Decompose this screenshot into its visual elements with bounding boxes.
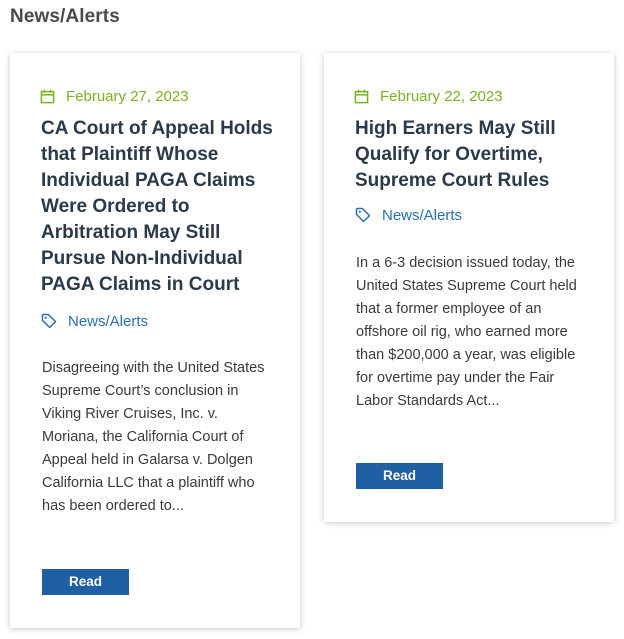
news-card: February 22, 2023 High Earners May Still… <box>324 53 614 522</box>
article-title[interactable]: High Earners May Still Qualify for Overt… <box>355 116 590 194</box>
calendar-icon <box>40 89 55 103</box>
section-title: News/Alerts <box>10 6 120 27</box>
news-card: February 27, 2023 CA Court of Appeal Hol… <box>10 53 300 628</box>
category-link[interactable]: News/Alerts <box>41 311 148 331</box>
category-label[interactable]: News/Alerts <box>382 207 462 224</box>
article-title[interactable]: CA Court of Appeal Holds that Plaintiff … <box>41 116 276 298</box>
tag-icon <box>355 207 371 223</box>
date-text: February 27, 2023 <box>66 87 189 105</box>
tag-icon <box>41 313 57 329</box>
post-date: February 22, 2023 <box>354 86 503 106</box>
read-more-button[interactable]: Read More <box>42 569 129 615</box>
calendar-icon <box>354 89 369 103</box>
article-excerpt: In a 6-3 decision issued today, the Unit… <box>356 255 577 409</box>
post-date: February 27, 2023 <box>40 86 189 106</box>
read-more-button[interactable]: Read More <box>356 463 443 509</box>
article-excerpt: Disagreeing with the United States Supre… <box>42 360 265 514</box>
category-link[interactable]: News/Alerts <box>355 205 462 225</box>
category-label[interactable]: News/Alerts <box>68 313 148 330</box>
date-text: February 22, 2023 <box>380 87 503 105</box>
